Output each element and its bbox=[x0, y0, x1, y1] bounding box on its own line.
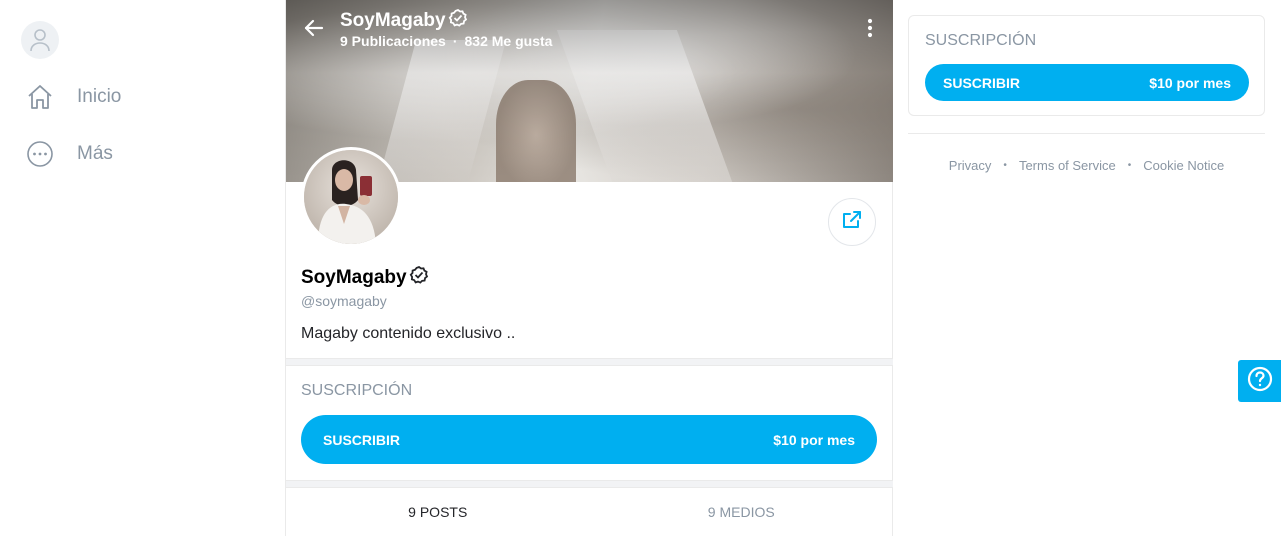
subscription-title: SUSCRIPCIÓN bbox=[925, 32, 1037, 49]
more-icon bbox=[25, 139, 55, 169]
privacy-link[interactable]: Privacy bbox=[949, 158, 992, 173]
help-icon bbox=[1247, 366, 1273, 397]
help-button[interactable] bbox=[1238, 360, 1281, 402]
footer-links: Privacy • Terms of Service • Cookie Noti… bbox=[908, 158, 1265, 173]
terms-link[interactable]: Terms of Service bbox=[1019, 158, 1116, 173]
header-username: SoyMagaby bbox=[340, 10, 446, 31]
subscribe-price: $10 por mes bbox=[1149, 74, 1231, 91]
footer-separator: • bbox=[1127, 160, 1132, 171]
profile-name: SoyMagaby bbox=[301, 265, 429, 291]
nav-item-home[interactable]: Inicio bbox=[25, 82, 121, 112]
subscribe-button[interactable]: SUSCRIBIR $10 por mes bbox=[925, 64, 1249, 101]
profile-bio: Magaby contenido exclusivo .. bbox=[301, 325, 516, 342]
subscribe-label: SUSCRIBIR bbox=[943, 74, 1021, 91]
cookie-link[interactable]: Cookie Notice bbox=[1143, 158, 1224, 173]
display-name: SoyMagaby bbox=[301, 267, 407, 288]
footer-separator: • bbox=[1003, 160, 1007, 171]
content-tabs: 9 POSTS 9 MEDIOS bbox=[286, 488, 893, 536]
verified-badge-icon bbox=[448, 8, 468, 34]
likes-count: 832 Me gusta bbox=[464, 33, 553, 49]
subscription-title: SUSCRIPCIÓN bbox=[301, 382, 413, 399]
verified-badge-icon bbox=[409, 265, 429, 291]
share-icon bbox=[841, 209, 863, 236]
nav-item-label: Inicio bbox=[77, 86, 122, 107]
more-options-icon[interactable] bbox=[864, 18, 876, 38]
section-divider bbox=[286, 480, 893, 488]
profile-column: SoyMagaby 9 Publicaciones·832 Me gusta bbox=[285, 0, 893, 536]
user-avatar-icon[interactable] bbox=[21, 21, 59, 59]
right-divider bbox=[908, 133, 1265, 134]
subscribe-price: $10 por mes bbox=[773, 431, 855, 448]
subscription-card: SUSCRIPCIÓN SUSCRIBIR $10 por mes bbox=[908, 15, 1265, 116]
back-arrow-icon[interactable] bbox=[302, 16, 326, 40]
left-sidebar: Inicio Más bbox=[0, 0, 285, 536]
nav-item-more[interactable]: Más bbox=[25, 139, 113, 169]
subscribe-label: SUSCRIBIR bbox=[323, 431, 401, 448]
home-icon bbox=[25, 82, 55, 112]
profile-stats: 9 Publicaciones · 832 Me gusta bbox=[340, 33, 553, 49]
section-divider bbox=[286, 358, 893, 366]
share-button[interactable] bbox=[828, 198, 876, 246]
profile-avatar[interactable] bbox=[301, 147, 401, 247]
header-title: SoyMagaby bbox=[340, 8, 468, 34]
profile-handle: @soymagaby bbox=[301, 293, 387, 309]
nav-item-label: Más bbox=[77, 143, 113, 164]
posts-count: 9 Publicaciones bbox=[340, 33, 446, 49]
subscribe-button[interactable]: SUSCRIBIR $10 por mes bbox=[301, 415, 877, 464]
tab-posts[interactable]: 9 POSTS bbox=[286, 488, 590, 536]
profile-header-bar: SoyMagaby 9 Publicaciones · 832 Me gusta bbox=[286, 0, 893, 60]
tab-media[interactable]: 9 MEDIOS bbox=[590, 488, 894, 536]
